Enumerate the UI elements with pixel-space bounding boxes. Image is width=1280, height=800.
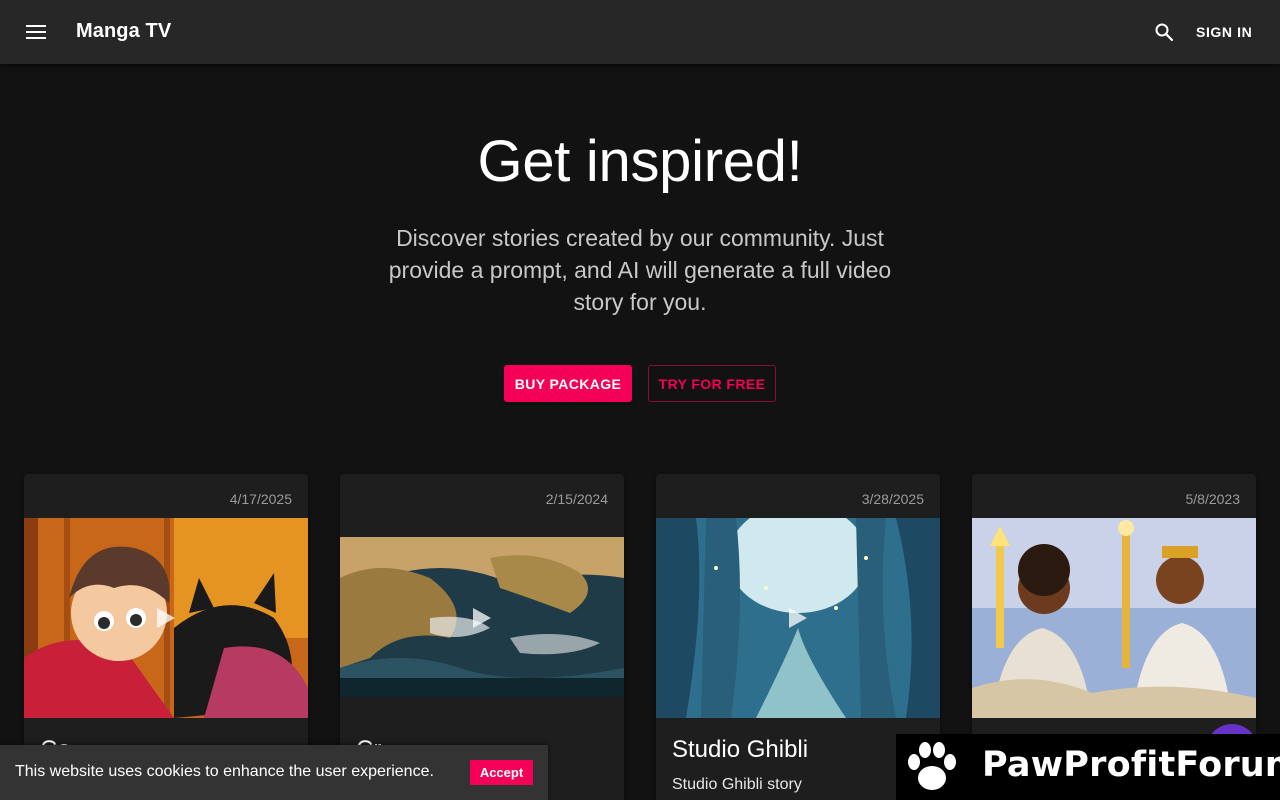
sign-in-button[interactable]: SIGN IN <box>1188 18 1260 46</box>
menu-icon[interactable] <box>24 20 48 44</box>
paw-icon <box>908 742 956 790</box>
buy-package-button[interactable]: BUY PACKAGE <box>504 365 632 402</box>
card-thumbnail[interactable] <box>972 518 1256 718</box>
watermark-text: PawProfitForum <box>982 745 1280 785</box>
card-date: 2/15/2024 <box>545 491 608 507</box>
cookie-message: This website uses cookies to enhance the… <box>15 763 434 780</box>
app-title[interactable]: Manga TV <box>76 20 171 43</box>
search-icon[interactable] <box>1152 20 1176 44</box>
card-date: 3/28/2025 <box>861 491 924 507</box>
card-description: Studio Ghibli story <box>672 776 802 793</box>
hero-subtitle: Discover stories created by our communit… <box>388 225 892 315</box>
try-for-free-button[interactable]: TRY FOR FREE <box>648 365 776 402</box>
play-icon <box>473 608 491 628</box>
play-icon <box>789 608 807 628</box>
card-date: 4/17/2025 <box>229 491 292 507</box>
card-date: 5/8/2023 <box>1185 491 1241 507</box>
play-icon <box>157 608 175 628</box>
card-thumbnail[interactable] <box>656 518 940 718</box>
cookie-banner: This website uses cookies to enhance the… <box>0 745 548 800</box>
hero-title: Get inspired! <box>477 129 803 194</box>
card-thumbnail[interactable] <box>340 518 624 718</box>
app-bar: Manga TV SIGN IN <box>0 0 1280 64</box>
card-title: Studio Ghibli <box>672 736 809 763</box>
watermark: PawProfitForum <box>896 734 1280 800</box>
card-thumbnail[interactable] <box>24 518 308 718</box>
cookie-accept-button[interactable]: Accept <box>470 760 533 785</box>
